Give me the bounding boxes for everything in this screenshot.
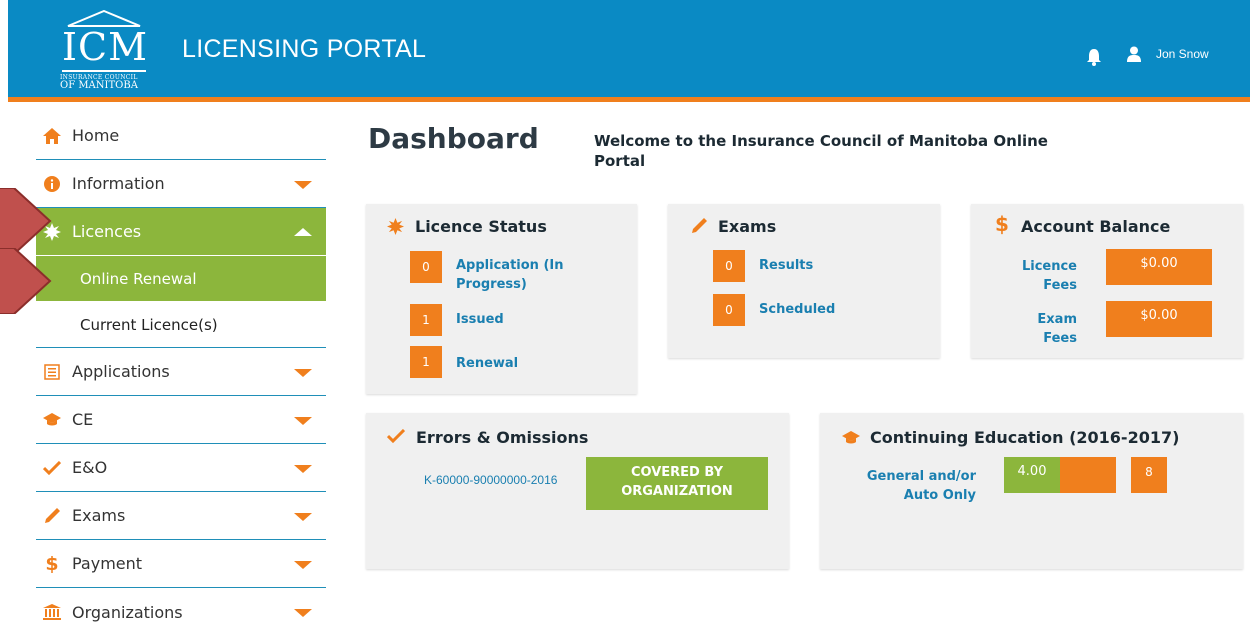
- logo-mark: ICM: [62, 24, 147, 72]
- renewal-link[interactable]: Renewal: [456, 354, 518, 373]
- portal-title: LICENSING PORTAL: [182, 35, 427, 63]
- continuing-education-card: Continuing Education (2016-2017) General…: [820, 413, 1243, 569]
- sidebar-item-label: Organizations: [72, 602, 183, 622]
- sidebar-item-label: Current Licence(s): [80, 315, 218, 334]
- card-title: Licence Status: [415, 217, 547, 236]
- sidebar-item-applications[interactable]: Applications: [36, 348, 326, 396]
- licence-fees-amount: $0.00: [1106, 249, 1212, 285]
- checkmark-icon: [42, 460, 62, 475]
- sidebar-item-label: CE: [72, 410, 94, 429]
- licence-status-card: Licence Status 0 Application (In Progres…: [366, 204, 637, 394]
- card-title: Exams: [718, 217, 777, 236]
- eo-coverage-status: COVERED BY ORGANIZATION: [586, 457, 768, 510]
- sidebar-subitem-current-licences[interactable]: Current Licence(s): [36, 302, 326, 348]
- count-badge: 0: [410, 251, 442, 283]
- sidebar-item-payment[interactable]: $ Payment: [36, 540, 326, 588]
- chevron-up-icon: [294, 228, 312, 236]
- checkmark-icon: [387, 429, 405, 443]
- badge-icon: [387, 218, 404, 235]
- form-icon: [42, 363, 62, 380]
- card-title: Account Balance: [1021, 217, 1171, 236]
- eo-policy-number-link[interactable]: K-60000-90000000-2016: [424, 473, 557, 487]
- sidebar-subitem-online-renewal[interactable]: Online Renewal: [36, 256, 326, 302]
- annotation-arrow-icon: [0, 248, 52, 314]
- ce-category-label: General and/or Auto Only: [866, 469, 976, 503]
- errors-omissions-card: Errors & Omissions K-60000-90000000-2016…: [366, 413, 789, 569]
- bank-icon: [42, 604, 62, 620]
- home-icon: [42, 127, 62, 144]
- count-badge: 1: [410, 304, 442, 336]
- ce-progress-completed: 4.00: [1004, 457, 1060, 493]
- ce-required-credits: 8: [1131, 457, 1167, 493]
- graduation-cap-icon: [42, 412, 62, 427]
- sidebar-item-label: Exams: [72, 506, 126, 525]
- exam-results-link[interactable]: Results: [759, 256, 813, 275]
- application-in-progress-link[interactable]: Application (In Progress): [456, 256, 586, 294]
- account-balance-card: $ Account Balance Licence Fees $0.00 Exa…: [971, 204, 1243, 358]
- sidebar-item-label: Payment: [72, 554, 143, 573]
- count-badge: 0: [713, 294, 745, 326]
- bell-icon[interactable]: [1086, 48, 1102, 66]
- exam-fees-amount: $0.00: [1106, 301, 1212, 337]
- count-badge: 0: [713, 250, 745, 282]
- chevron-down-icon: [294, 561, 312, 569]
- ce-progress-bar: 4.00: [1004, 457, 1116, 493]
- icm-logo[interactable]: ICM INSURANCE COUNCIL OF MANITOBA: [52, 10, 156, 91]
- card-title: Continuing Education (2016-2017): [870, 428, 1180, 447]
- sidebar-item-label: Licences: [72, 222, 142, 241]
- sidebar-item-home[interactable]: Home: [36, 112, 326, 160]
- pencil-icon: [692, 218, 707, 233]
- card-title: Errors & Omissions: [416, 428, 589, 447]
- header-accent-stripe: [8, 97, 1250, 102]
- dollar-icon: $: [995, 212, 1009, 236]
- annotation-arrow-icon: [0, 188, 52, 254]
- sidebar-item-organizations[interactable]: Organizations: [36, 588, 326, 635]
- exam-fees-label: Exam Fees: [1037, 312, 1077, 346]
- pencil-icon: [42, 507, 62, 525]
- welcome-message: Welcome to the Insurance Council of Mani…: [594, 132, 1048, 170]
- chevron-down-icon: [294, 465, 312, 473]
- sidebar-nav: Home Information Licences Online Renewal…: [36, 112, 326, 635]
- sidebar-item-exams[interactable]: Exams: [36, 492, 326, 540]
- chevron-down-icon: [294, 369, 312, 377]
- sidebar-item-licences[interactable]: Licences: [36, 208, 326, 256]
- dollar-icon: $: [45, 552, 59, 575]
- sidebar-item-information[interactable]: Information: [36, 160, 326, 208]
- chevron-down-icon: [294, 181, 312, 189]
- sidebar-item-eo[interactable]: E&O: [36, 444, 326, 492]
- exam-scheduled-link[interactable]: Scheduled: [759, 300, 835, 319]
- sidebar-item-label: Online Renewal: [80, 269, 197, 288]
- licence-fees-label: Licence Fees: [1021, 259, 1077, 293]
- chevron-down-icon: [294, 513, 312, 521]
- issued-link[interactable]: Issued: [456, 310, 504, 329]
- sidebar-item-label: Information: [72, 174, 165, 193]
- user-icon[interactable]: [1127, 46, 1141, 62]
- page-title: Dashboard: [368, 122, 539, 155]
- sidebar-item-ce[interactable]: CE: [36, 396, 326, 444]
- logo-subtitle-2: OF MANITOBA: [60, 80, 138, 91]
- sidebar-item-label: Applications: [72, 362, 170, 381]
- chevron-down-icon: [294, 417, 312, 425]
- graduation-cap-icon: [842, 431, 860, 444]
- user-name[interactable]: Jon Snow: [1156, 47, 1209, 61]
- exams-card: Exams 0 Results 0 Scheduled: [668, 204, 940, 358]
- sidebar-item-label: Home: [72, 126, 120, 145]
- chevron-down-icon: [294, 609, 312, 617]
- sidebar-item-label: E&O: [72, 458, 108, 477]
- count-badge: 1: [410, 346, 442, 378]
